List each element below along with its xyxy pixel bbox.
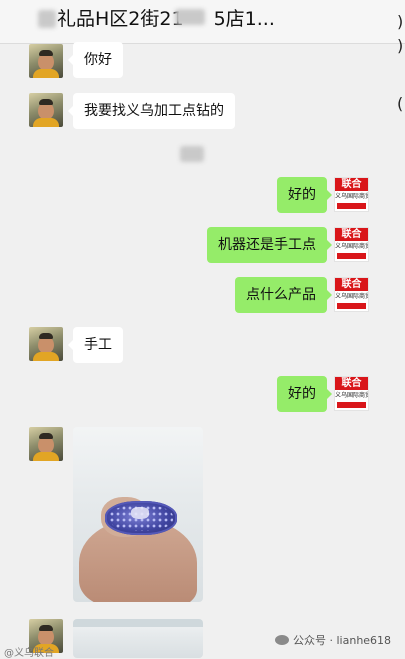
timestamp-redacted xyxy=(180,146,204,162)
message-bubble-outgoing[interactable]: 好的 xyxy=(277,376,332,412)
message-bubble-incoming[interactable]: 手工 xyxy=(68,327,123,363)
message-bubble-outgoing[interactable]: 机器还是手工点 xyxy=(207,227,332,263)
logo-line: 义乌国际商贸城 xyxy=(335,193,368,200)
avatar-blurred xyxy=(38,10,56,28)
merchant-logo-avatar[interactable]: 联合 义乌国际商贸城 xyxy=(334,277,369,312)
edge-glyph: ) xyxy=(397,12,404,31)
wechat-icon xyxy=(275,635,289,645)
merchant-logo-avatar[interactable]: 联合 义乌国际商贸城 xyxy=(334,227,369,262)
contact-avatar[interactable] xyxy=(29,427,63,461)
message-bubble-outgoing[interactable]: 好的 xyxy=(277,177,332,213)
corner-watermark: @义乌联合 xyxy=(4,648,54,659)
logo-brand: 联合 xyxy=(335,377,368,390)
contact-avatar[interactable] xyxy=(29,44,63,78)
contact-avatar[interactable] xyxy=(29,93,63,127)
message-bubble-outgoing[interactable]: 点什么产品 xyxy=(235,277,332,313)
logo-brand: 联合 xyxy=(335,278,368,291)
watermark-text: 公众号 · lianhe618 xyxy=(293,634,392,647)
logo-brand: 联合 xyxy=(335,178,368,191)
logo-strip xyxy=(337,303,366,309)
logo-strip xyxy=(337,253,366,259)
chat-title-tail: 5店1... xyxy=(213,8,275,30)
edge-glyph: ( xyxy=(397,94,404,113)
logo-line: 义乌国际商贸城 xyxy=(335,293,368,300)
logo-line: 义乌国际商贸城 xyxy=(335,392,368,399)
contact-avatar[interactable] xyxy=(29,327,63,361)
title-redaction xyxy=(175,9,205,25)
logo-strip xyxy=(337,402,366,408)
edge-glyph: ) xyxy=(397,36,404,55)
merchant-logo-avatar[interactable]: 联合 义乌国际商贸城 xyxy=(334,376,369,411)
chat-header: 礼品H区2街21 5店1... xyxy=(0,0,405,44)
photo-center-stone xyxy=(131,507,149,519)
chat-title-text: 礼品H区2街21 xyxy=(57,8,184,30)
message-bubble-incoming[interactable]: 我要找义乌加工点钻的 xyxy=(68,93,235,129)
merchant-logo-avatar[interactable]: 联合 义乌国际商贸城 xyxy=(334,177,369,212)
image-message[interactable] xyxy=(73,619,203,658)
image-message[interactable] xyxy=(73,427,203,602)
logo-brand: 联合 xyxy=(335,228,368,241)
photo-partial-top xyxy=(73,619,203,627)
logo-line: 义乌国际商贸城 xyxy=(335,243,368,250)
watermark: 公众号 · lianhe618 xyxy=(275,632,391,648)
chat-title[interactable]: 礼品H区2街21 5店1... xyxy=(57,4,275,31)
message-bubble-incoming[interactable]: 你好 xyxy=(68,42,123,78)
logo-strip xyxy=(337,203,366,209)
